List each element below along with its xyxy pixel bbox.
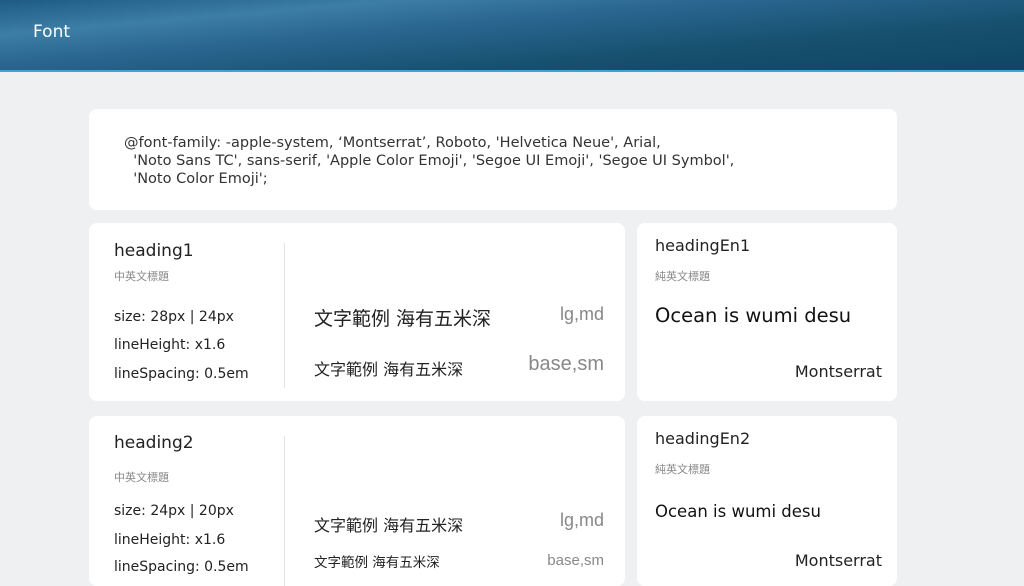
sample-size-label-small: base,sm bbox=[547, 552, 604, 569]
size-spec: size: 28px | 24px bbox=[114, 309, 234, 325]
heading-subtitle: 純英文標題 bbox=[655, 463, 710, 476]
heading2-card: heading2 中英文標題 size: 24px | 20px lineHei… bbox=[89, 416, 625, 586]
heading-title: headingEn1 bbox=[655, 236, 751, 255]
heading-subtitle: 中英文標題 bbox=[114, 270, 169, 283]
size-spec: size: 24px | 20px bbox=[114, 503, 234, 519]
heading1-card: heading1 中英文標題 size: 28px | 24px lineHei… bbox=[89, 223, 625, 401]
line-height-spec: lineHeight: x1.6 bbox=[114, 337, 226, 353]
vertical-divider bbox=[284, 436, 285, 586]
font-family-line-1: @font-family: -apple-system, ‘Montserrat… bbox=[124, 135, 661, 151]
line-spacing-spec: lineSpacing: 0.5em bbox=[114, 366, 249, 382]
heading-title: headingEn2 bbox=[655, 429, 751, 448]
sample-text-large: 文字範例 海有五米深 bbox=[314, 308, 492, 330]
page-title: Font bbox=[33, 22, 71, 42]
heading-title: heading1 bbox=[114, 241, 194, 261]
heading-title: heading2 bbox=[114, 433, 194, 453]
font-family-card: @font-family: -apple-system, ‘Montserrat… bbox=[89, 109, 897, 210]
heading-subtitle: 中英文標題 bbox=[114, 471, 169, 484]
font-name-label: Montserrat bbox=[794, 362, 882, 381]
top-header: Font bbox=[0, 0, 1024, 72]
headingEn2-card: headingEn2 純英文標題 Ocean is wumi desu Mont… bbox=[637, 416, 897, 586]
english-sample-text: Ocean is wumi desu bbox=[655, 304, 852, 327]
sample-size-label-large: lg,md bbox=[559, 510, 604, 530]
sample-text-small: 文字範例 海有五米深 bbox=[314, 360, 464, 379]
sample-size-label-small: base,sm bbox=[528, 353, 604, 375]
font-family-line-3: 'Noto Color Emoji'; bbox=[124, 171, 268, 187]
line-height-spec: lineHeight: x1.6 bbox=[114, 532, 226, 548]
font-name-label: Montserrat bbox=[794, 551, 882, 570]
sample-size-label-large: lg,md bbox=[559, 304, 604, 324]
font-family-line-2: 'Noto Sans TC', sans-serif, 'Apple Color… bbox=[124, 153, 735, 169]
vertical-divider bbox=[284, 243, 285, 388]
sample-text-small: 文字範例 海有五米深 bbox=[314, 555, 440, 571]
english-sample-text: Ocean is wumi desu bbox=[655, 502, 821, 521]
sample-text-large: 文字範例 海有五米深 bbox=[314, 516, 464, 535]
headingEn1-card: headingEn1 純英文標題 Ocean is wumi desu Mont… bbox=[637, 223, 897, 401]
heading-subtitle: 純英文標題 bbox=[655, 270, 710, 283]
font-family-text: @font-family: -apple-system, ‘Montserrat… bbox=[124, 134, 734, 188]
